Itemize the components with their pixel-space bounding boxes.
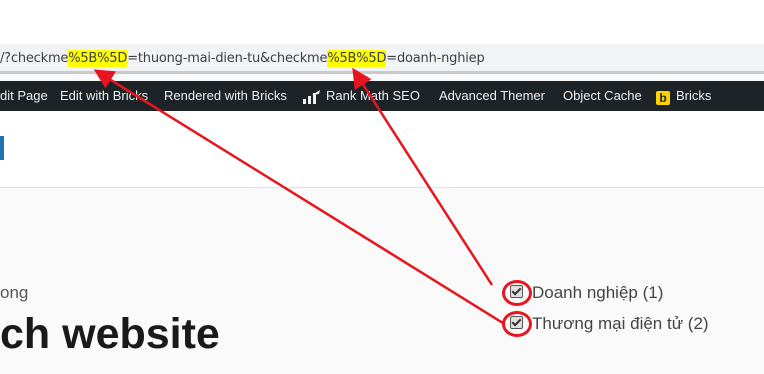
rank-math-icon <box>303 89 320 104</box>
bricks-logo-icon: b <box>656 91 670 105</box>
annotation-circle <box>502 311 532 337</box>
admin-edit-page[interactable]: dit Page <box>0 88 48 103</box>
admin-rank-math[interactable]: Rank Math SEO <box>302 88 420 104</box>
url-highlight-1: %5B%5D <box>68 50 128 67</box>
url-part-1: /?checkme <box>0 51 69 66</box>
admin-edit-with-bricks[interactable]: Edit with Bricks <box>60 88 148 103</box>
annotation-circle <box>502 280 532 306</box>
site-header <box>0 111 764 188</box>
filter-label: Doanh nghiệp (1) <box>532 283 664 302</box>
filter-label: Thương mại điện tử (2) <box>532 314 709 333</box>
admin-advanced-themer[interactable]: Advanced Themer <box>439 88 545 103</box>
admin-rendered-with-bricks[interactable]: Rendered with Bricks <box>164 88 287 103</box>
address-bar[interactable]: /?checkme%5B%5D=thuong-mai-dien-tu&check… <box>0 44 764 74</box>
filter-thuong-mai-dien-tu[interactable]: Thương mại điện tử (2) <box>510 314 709 334</box>
url-highlight-2: %5B%5D <box>327 50 387 67</box>
url-text: /?checkme%5B%5D=thuong-mai-dien-tu&check… <box>0 50 485 67</box>
page-title: ch website <box>0 310 220 358</box>
url-part-3: =doanh-nghiep <box>386 51 485 66</box>
admin-object-cache[interactable]: Object Cache <box>563 88 642 103</box>
url-part-2: =thuong-mai-dien-tu&checkme <box>127 51 328 66</box>
header-logo-edge <box>0 136 4 160</box>
admin-rank-math-label: Rank Math SEO <box>326 88 420 103</box>
wp-admin-bar: dit Page Edit with Bricks Rendered with … <box>0 81 764 111</box>
breadcrumb: ong <box>0 283 29 302</box>
admin-bricks[interactable]: b Bricks <box>656 88 711 105</box>
browser-top-strip <box>0 0 764 44</box>
admin-bricks-label: Bricks <box>676 88 712 103</box>
filter-doanh-nghiep[interactable]: Doanh nghiệp (1) <box>510 283 663 303</box>
